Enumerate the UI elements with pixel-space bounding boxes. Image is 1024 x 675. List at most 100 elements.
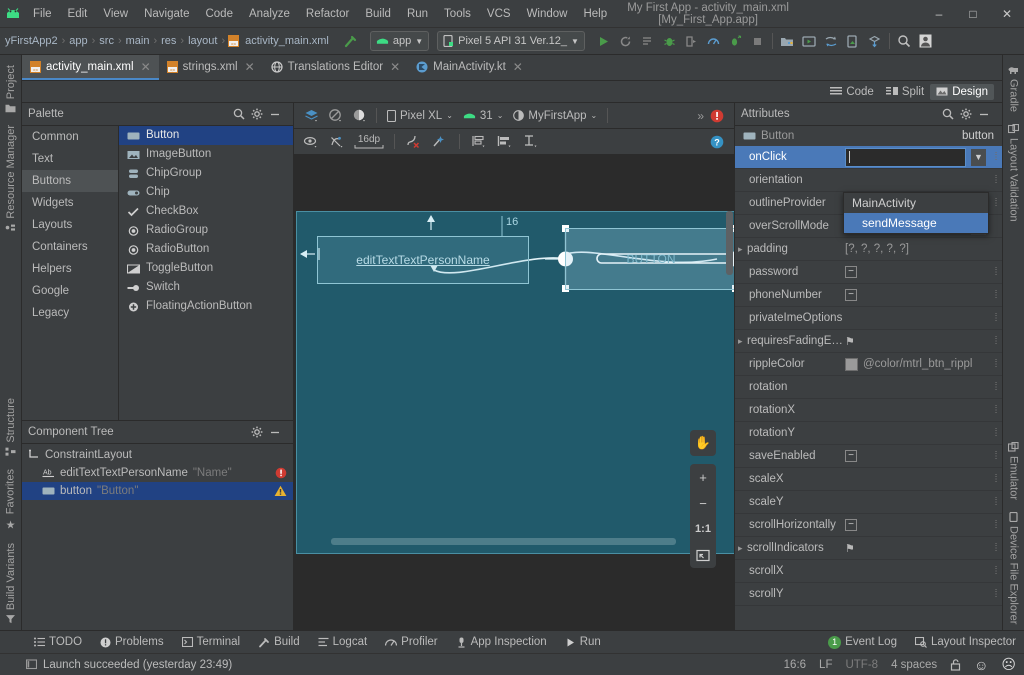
happy-face-icon[interactable]: ☺ [974, 657, 988, 673]
sync-gradle-icon[interactable] [820, 30, 842, 52]
attribute-row-rotationy[interactable]: rotationY ⦙ [735, 422, 1002, 445]
tree-node-edittexttextpersonname[interactable]: Ab editTextTextPersonName "Name" [22, 464, 293, 482]
resource-picker-icon[interactable]: ⦙ [990, 565, 1002, 578]
palette-category-buttons[interactable]: Buttons [22, 170, 118, 192]
run-icon[interactable] [593, 30, 615, 52]
tristate-checkbox[interactable]: − [845, 450, 857, 462]
tab-code-view[interactable]: Code [824, 84, 880, 100]
autoconnect-off-icon[interactable] [326, 131, 348, 153]
gear-icon[interactable] [251, 108, 269, 120]
palette-item-checkbox[interactable]: CheckBox [119, 202, 293, 221]
close-button[interactable]: ✕ [990, 0, 1024, 28]
sidebar-item-favorites[interactable]: ★ Favorites [1, 463, 20, 537]
menu-item-view[interactable]: View [96, 5, 135, 23]
resource-picker-icon[interactable]: ⦙ [990, 151, 1002, 164]
tool-button-terminal[interactable]: Terminal [174, 634, 248, 650]
device-manager-icon[interactable] [842, 30, 864, 52]
palette-category-widgets[interactable]: Widgets [22, 192, 118, 214]
zoom-to-fit-button[interactable] [690, 542, 716, 568]
debug-icon[interactable] [659, 30, 681, 52]
attribute-row-padding[interactable]: ▸padding [?, ?, ?, ?, ?] [735, 238, 1002, 261]
sidebar-item-emulator[interactable]: Emulator [1005, 436, 1023, 506]
resource-picker-icon[interactable]: ⦙ [990, 381, 1002, 394]
gear-icon[interactable] [251, 426, 269, 438]
attribute-row-scalex[interactable]: scaleX ⦙ [735, 468, 1002, 491]
attribute-row-scrollx[interactable]: scrollX ⦙ [735, 560, 1002, 583]
attribute-row-privateimeoptions[interactable]: privateImeOptions ⦙ [735, 307, 1002, 330]
tool-button-build[interactable]: Build [250, 634, 308, 650]
palette-item-chip[interactable]: Chip [119, 183, 293, 202]
sidebar-item-device-file-explorer[interactable]: Device File Explorer [1005, 506, 1023, 630]
resource-picker-icon[interactable]: ⦙ [990, 427, 1002, 440]
indent-setting[interactable]: 4 spaces [891, 659, 937, 671]
palette-item-togglebutton[interactable]: ToggleButton [119, 259, 293, 278]
menu-item-file[interactable]: File [26, 5, 59, 23]
tool-button-profiler[interactable]: Profiler [377, 634, 445, 650]
tab-split-view[interactable]: Split [880, 84, 930, 100]
onclick-dropdown-popup[interactable]: MainActivity sendMessage [843, 192, 989, 234]
attribute-value-field[interactable]: − [845, 289, 990, 301]
zoom-out-button[interactable]: − [690, 490, 716, 516]
search-everywhere-icon[interactable] [893, 30, 915, 52]
profiler-icon[interactable] [703, 30, 725, 52]
tool-button-event-log[interactable]: 1 Event Log [820, 634, 905, 651]
attribute-row-rotation[interactable]: rotation ⦙ [735, 376, 1002, 399]
attribute-value-field[interactable]: − [845, 519, 990, 531]
tool-button-todo[interactable]: TODO [26, 634, 90, 650]
attribute-row-scrollhorizontally[interactable]: scrollHorizontally − ⦙ [735, 514, 1002, 537]
breadcrumb-project[interactable]: yFirstApp2 [2, 35, 61, 47]
rerun-icon[interactable] [615, 30, 637, 52]
toolbar-overflow-icon[interactable]: » [697, 109, 704, 123]
attribute-row-ripplecolor[interactable]: rippleColor @color/mtrl_btn_rippl ⦙ [735, 353, 1002, 376]
palette-item-radiobutton[interactable]: RadioButton [119, 240, 293, 259]
close-icon[interactable]: ✕ [513, 60, 523, 74]
breadcrumb-app[interactable]: app [66, 35, 90, 47]
minimize-icon[interactable] [978, 108, 996, 120]
sidebar-item-gradle[interactable]: Gradle [1005, 59, 1023, 118]
editor-tab-activity-main-xml[interactable]: <> activity_main.xml ✕ [22, 55, 159, 80]
resource-picker-icon[interactable]: ⦙ [990, 542, 1002, 555]
menu-item-build[interactable]: Build [358, 5, 398, 23]
resource-picker-icon[interactable]: ⦙ [990, 358, 1002, 371]
palette-category-google[interactable]: Google [22, 280, 118, 302]
canvas-widget-button[interactable]: BUTTON [565, 228, 734, 290]
build-hammer-icon[interactable] [340, 30, 362, 52]
line-separator[interactable]: LF [819, 659, 832, 671]
attribute-value-field[interactable]: ▼ [845, 148, 990, 167]
canvas-widget-edittext[interactable]: editTextTextPersonName [317, 236, 529, 284]
help-icon[interactable]: ? [706, 131, 728, 153]
menu-item-vcs[interactable]: VCS [480, 5, 518, 23]
tristate-checkbox[interactable]: − [845, 289, 857, 301]
tool-button-app-inspection[interactable]: App Inspection [448, 634, 555, 650]
attribute-value-field[interactable]: − [845, 266, 990, 278]
avd-manager-icon[interactable] [798, 30, 820, 52]
pan-tool-button[interactable]: ✋ [690, 430, 716, 456]
breadcrumb-file[interactable]: activity_main.xml [242, 35, 332, 47]
warning-badge-icon[interactable] [274, 485, 287, 497]
attribute-row-scaley[interactable]: scaleY ⦙ [735, 491, 1002, 514]
resource-picker-icon[interactable]: ⦙ [990, 496, 1002, 509]
tool-button-problems[interactable]: Problems [92, 634, 172, 650]
search-icon[interactable] [942, 108, 960, 120]
color-swatch[interactable] [845, 358, 858, 371]
close-icon[interactable]: ✕ [141, 60, 151, 74]
attribute-row-orientation[interactable]: orientation ⦙ [735, 169, 1002, 192]
show-constraints-icon[interactable] [300, 131, 322, 153]
menu-item-analyze[interactable]: Analyze [242, 5, 297, 23]
sidebar-item-build-variants[interactable]: Build Variants [2, 537, 20, 630]
tab-design-view[interactable]: Design [930, 84, 994, 100]
resource-picker-icon[interactable]: ⦙ [990, 450, 1002, 463]
orientation-icon[interactable] [324, 105, 346, 127]
zoom-in-button[interactable]: + [690, 464, 716, 490]
breadcrumb-main[interactable]: main [123, 35, 153, 47]
sdk-manager-icon[interactable] [776, 30, 798, 52]
minimize-icon[interactable] [269, 426, 287, 438]
guidelines-icon[interactable] [520, 131, 542, 153]
resource-picker-icon[interactable]: ⦙ [990, 335, 1002, 348]
sidebar-item-resource-manager[interactable]: Resource Manager [2, 119, 20, 239]
palette-item-radiogroup[interactable]: RadioGroup [119, 221, 293, 240]
palette-item-chipgroup[interactable]: ChipGroup [119, 164, 293, 183]
attribute-row-rotationx[interactable]: rotationX ⦙ [735, 399, 1002, 422]
menu-item-help[interactable]: Help [576, 5, 614, 23]
chevron-right-icon[interactable]: ▸ [738, 336, 747, 347]
